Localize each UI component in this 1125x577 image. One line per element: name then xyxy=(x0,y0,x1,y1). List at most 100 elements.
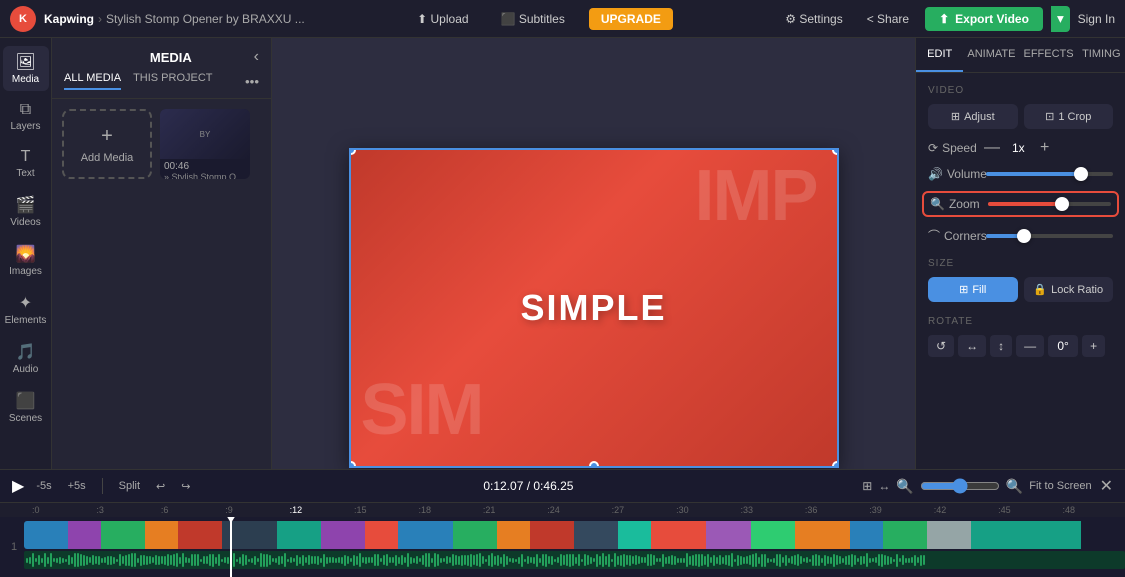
resize-handle-tl[interactable] xyxy=(349,148,356,155)
media-thumbnail[interactable]: BY 00:46 » Stylish Stomp O... xyxy=(160,109,250,179)
segment-4[interactable] xyxy=(145,521,178,549)
segment-18[interactable] xyxy=(751,521,795,549)
resize-handle-br[interactable] xyxy=(832,461,839,468)
sidebar-item-audio[interactable]: 🎵 Audio xyxy=(3,336,49,381)
settings-button[interactable]: ⚙ Settings xyxy=(777,8,850,30)
segment-12[interactable] xyxy=(497,521,530,549)
segment-7[interactable] xyxy=(277,521,321,549)
upgrade-button[interactable]: UPGRADE xyxy=(589,8,673,30)
tab-this-project[interactable]: THIS PROJECT xyxy=(133,72,212,90)
sidebar-item-text[interactable]: T Text xyxy=(3,142,49,185)
segment-23[interactable] xyxy=(971,521,1081,549)
waveform-bar xyxy=(785,555,787,566)
sidebar-item-layers[interactable]: ⧉ Layers xyxy=(3,95,49,138)
media-panel-collapse[interactable]: ‹ xyxy=(254,48,259,66)
redo-button[interactable]: ↪ xyxy=(177,478,194,495)
corners-thumb[interactable] xyxy=(1017,229,1031,243)
segment-14[interactable] xyxy=(574,521,618,549)
rotate-decrease-button[interactable]: — xyxy=(1016,335,1044,357)
waveform-bar xyxy=(170,555,172,565)
skip-back-button[interactable]: -5s xyxy=(32,478,55,494)
speed-decrease-button[interactable]: — xyxy=(982,139,1002,157)
resize-handle-tr[interactable] xyxy=(832,148,839,155)
zoom-slider[interactable] xyxy=(988,202,1111,206)
volume-thumb[interactable] xyxy=(1074,167,1088,181)
segment-5[interactable] xyxy=(178,521,222,549)
segment-15[interactable] xyxy=(618,521,651,549)
segment-17[interactable] xyxy=(706,521,750,549)
segment-11[interactable] xyxy=(453,521,497,549)
crop-button[interactable]: ⊡ 1 Crop xyxy=(1024,104,1114,129)
segment-19[interactable] xyxy=(795,521,850,549)
segment-9[interactable] xyxy=(365,521,398,549)
waveform-bar xyxy=(377,554,379,566)
segment-1[interactable] xyxy=(24,521,68,549)
lock-ratio-button[interactable]: 🔒 Lock Ratio xyxy=(1024,277,1114,302)
fit-to-screen-button[interactable]: Fit to Screen xyxy=(1029,480,1091,492)
waveform-bar xyxy=(248,559,250,562)
tab-timing[interactable]: TIMING xyxy=(1078,38,1125,72)
waveform-bar xyxy=(206,556,208,564)
canvas[interactable]: IMP SIM SIMPLE xyxy=(349,148,839,468)
rotate-increase-button[interactable]: + xyxy=(1082,335,1105,357)
export-video-button[interactable]: ⬆ Export Video xyxy=(925,7,1043,31)
tab-edit[interactable]: EDIT xyxy=(916,38,963,72)
sidebar-item-media[interactable]: 🖼 Media xyxy=(3,46,49,91)
rotate-flip-v-button[interactable]: ↕ xyxy=(990,335,1012,357)
segment-16[interactable] xyxy=(651,521,706,549)
rotate-flip-h-button[interactable]: ↔ xyxy=(958,335,986,357)
undo-button[interactable]: ↩ xyxy=(152,478,169,495)
video-section-label: VIDEO xyxy=(928,85,1113,96)
segment-21[interactable] xyxy=(883,521,927,549)
add-media-button[interactable]: + Add Media xyxy=(62,109,152,179)
fill-button[interactable]: ⊞ Fill xyxy=(928,277,1018,302)
speed-increase-button[interactable]: + xyxy=(1035,139,1055,157)
tab-all-media[interactable]: ALL MEDIA xyxy=(64,72,121,90)
play-button[interactable]: ▶ xyxy=(12,476,24,496)
tab-effects[interactable]: EFFECTS xyxy=(1019,38,1077,72)
segment-22[interactable] xyxy=(927,521,971,549)
adjust-button[interactable]: ⊞ Adjust xyxy=(928,104,1018,129)
sidebar-label-videos: Videos xyxy=(10,217,40,228)
zoom-thumb[interactable] xyxy=(1055,197,1069,211)
waveform-bar xyxy=(479,553,481,567)
tab-animate[interactable]: ANIMATE xyxy=(963,38,1019,72)
sidebar-item-videos[interactable]: 🎬 Videos xyxy=(3,189,49,234)
waveform-bar xyxy=(281,556,283,564)
waveform-bar xyxy=(677,558,679,563)
signin-button[interactable]: Sign In xyxy=(1078,12,1115,26)
sidebar-item-elements[interactable]: ✦ Elements xyxy=(3,287,49,332)
share-button[interactable]: < Share xyxy=(859,8,917,30)
segment-13[interactable] xyxy=(530,521,574,549)
corners-slider[interactable] xyxy=(986,234,1113,238)
export-dropdown-button[interactable]: ▾ xyxy=(1051,6,1070,32)
resize-handle-bc[interactable] xyxy=(589,461,599,468)
waveform-bar xyxy=(584,554,586,566)
waveform-bar xyxy=(608,554,610,567)
lock-icon: 🔒 xyxy=(1033,283,1047,296)
videos-icon: 🎬 xyxy=(16,195,36,215)
segment-2[interactable] xyxy=(68,521,101,549)
rotate-ccw-button[interactable]: ↺ xyxy=(928,335,954,357)
skip-forward-button[interactable]: +5s xyxy=(64,478,90,494)
segment-10[interactable] xyxy=(398,521,453,549)
split-button[interactable]: Split xyxy=(115,478,144,494)
waveform-bar xyxy=(242,554,244,566)
segment-8[interactable] xyxy=(321,521,365,549)
segment-20[interactable] xyxy=(850,521,883,549)
waveform-bar xyxy=(473,555,475,565)
media-more-button[interactable]: ••• xyxy=(245,72,259,90)
close-timeline-button[interactable]: ✕ xyxy=(1100,476,1113,496)
sidebar-item-scenes[interactable]: ⬛ Scenes xyxy=(3,385,49,430)
resize-handle-bl[interactable] xyxy=(349,461,356,468)
upload-button[interactable]: ⬆ Upload xyxy=(409,8,476,30)
segment-3[interactable] xyxy=(101,521,145,549)
timeline-zoom-slider[interactable] xyxy=(920,478,1000,494)
subtitles-button[interactable]: ⬛ Subtitles xyxy=(493,8,573,30)
sidebar-item-images[interactable]: 🌄 Images xyxy=(3,238,49,283)
waveform-bar xyxy=(482,556,484,564)
waveform-bar xyxy=(557,557,559,563)
waveform-bar xyxy=(671,555,673,565)
volume-slider[interactable] xyxy=(986,172,1113,176)
waveform-bar xyxy=(842,558,844,563)
